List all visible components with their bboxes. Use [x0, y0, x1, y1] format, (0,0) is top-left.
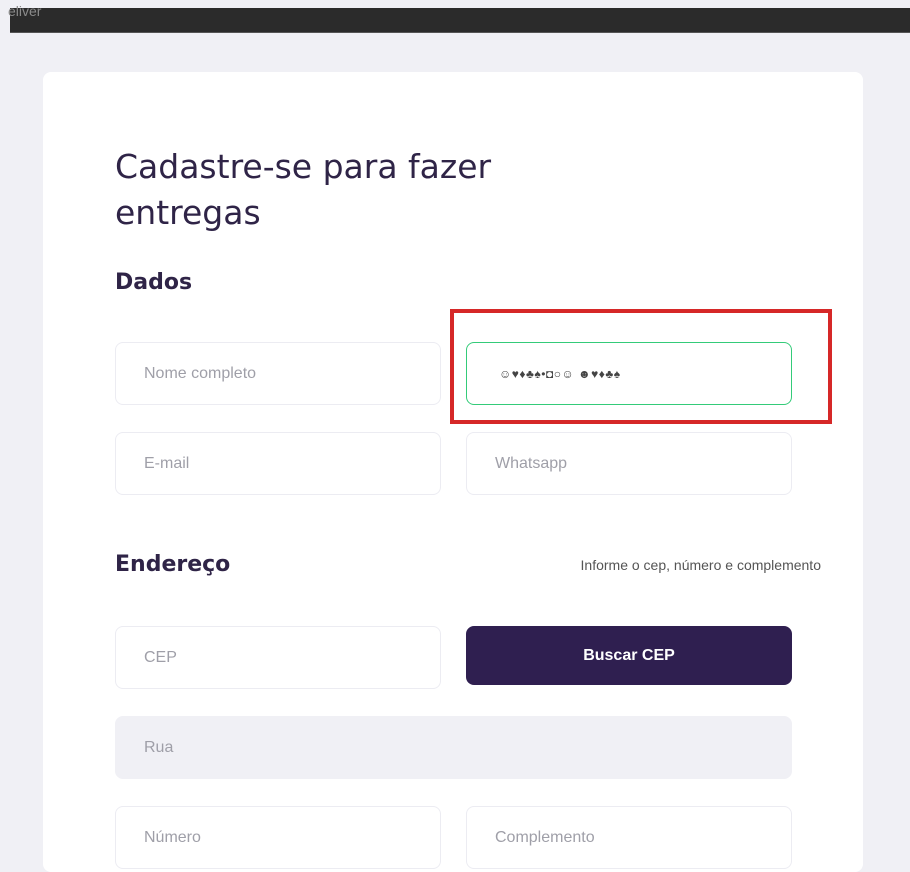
top-bar: eliver: [8, 3, 910, 33]
complement-input[interactable]: [466, 806, 792, 869]
focused-input[interactable]: [466, 342, 792, 405]
top-bar-text: eliver: [8, 3, 42, 19]
form-card: Cadastre-se para fazer entregas Dados En…: [43, 72, 863, 872]
page-title: Cadastre-se para fazer entregas: [115, 147, 492, 232]
email-input[interactable]: [115, 432, 441, 495]
whatsapp-input[interactable]: [466, 432, 792, 495]
cep-input[interactable]: [115, 626, 441, 689]
section-title-dados: Dados: [115, 270, 193, 295]
name-input[interactable]: [115, 342, 441, 405]
section-title-endereco: Endereço: [115, 552, 231, 577]
number-input[interactable]: [115, 806, 441, 869]
address-hint: Informe o cep, número e complemento: [580, 557, 821, 573]
search-cep-button[interactable]: Buscar CEP: [466, 626, 792, 685]
street-input[interactable]: [115, 716, 792, 779]
